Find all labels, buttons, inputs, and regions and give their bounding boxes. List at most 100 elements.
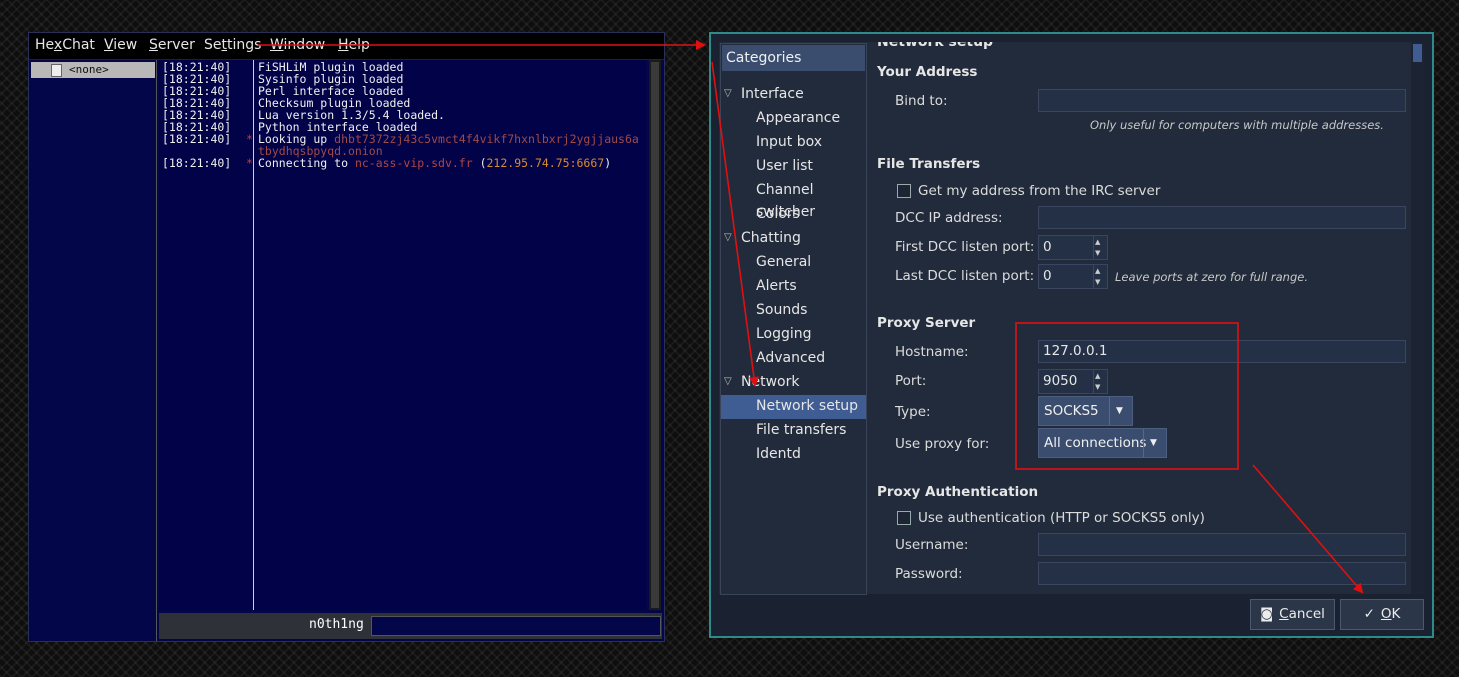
use-proxy-label: Use proxy for:	[895, 436, 990, 452]
category-item[interactable]: ▽ Interface	[721, 83, 866, 107]
category-item[interactable]: Advanced	[721, 347, 866, 371]
scrollbar-thumb[interactable]	[651, 62, 659, 608]
use-proxy-select[interactable]: All connections ▼	[1038, 428, 1167, 458]
chevron-down-icon: ▼	[1150, 438, 1157, 448]
category-label: Interface	[741, 86, 804, 102]
category-label: Network setup	[756, 398, 859, 414]
dcc-ip-label: DCC IP address:	[895, 210, 1003, 226]
category-item[interactable]: Colors	[721, 203, 866, 227]
bind-to-input[interactable]	[1038, 89, 1406, 112]
settings-panel: Network setup Your Address Bind to: Only…	[871, 42, 1419, 594]
password-input[interactable]	[1038, 562, 1406, 585]
username-input[interactable]	[1038, 533, 1406, 556]
category-item[interactable]: ▽ Chatting	[721, 227, 866, 251]
proxy-port-spinner[interactable]: 9050 ▲ ▼	[1038, 369, 1108, 394]
channel-list: <none>	[29, 60, 157, 641]
category-item[interactable]: Alerts	[721, 275, 866, 299]
category-item[interactable]: Channel switcher	[721, 179, 866, 220]
menu-hexchat[interactable]: HexChat	[35, 37, 95, 53]
category-item[interactable]: Sounds	[721, 299, 866, 323]
category-item[interactable]: Appearance	[721, 107, 866, 131]
category-label: Colors	[756, 206, 800, 222]
expander-icon[interactable]: ▽	[724, 371, 732, 393]
category-label: General	[756, 254, 812, 270]
section-proxy-server: Proxy Server	[877, 315, 976, 331]
spinner-arrows[interactable]: ▲ ▼	[1093, 236, 1107, 259]
chat-input[interactable]	[371, 616, 661, 636]
chat-text-area[interactable]: [18:21:40] FiSHLiM plugin loaded [18:21:4…	[159, 60, 646, 610]
category-item[interactable]: Network setup	[721, 395, 866, 419]
checkmark-icon: ✓	[1363, 606, 1375, 622]
proxy-port-value: 9050	[1043, 373, 1078, 389]
first-port-spinner[interactable]: 0 ▲ ▼	[1038, 235, 1108, 260]
category-item[interactable]: Logging	[721, 323, 866, 347]
cancel-icon: ◙	[1260, 606, 1274, 622]
menu-window[interactable]: Window	[270, 37, 325, 53]
category-label: Identd	[756, 446, 801, 462]
ok-button[interactable]: ✓ OK	[1340, 599, 1424, 630]
bind-to-label: Bind to:	[895, 93, 948, 109]
menu-help[interactable]: Help	[338, 37, 370, 53]
first-port-label: First DCC listen port:	[895, 239, 1035, 255]
settings-scrollbar[interactable]	[1411, 42, 1424, 594]
last-port-spinner[interactable]: 0 ▲ ▼	[1038, 264, 1108, 289]
last-port-value: 0	[1043, 268, 1052, 284]
category-label: Appearance	[756, 110, 841, 126]
port-label: Port:	[895, 373, 927, 389]
get-address-checkbox[interactable]	[897, 184, 911, 198]
dropdown-button[interactable]: ▼	[1109, 397, 1132, 425]
category-item[interactable]: User list	[721, 155, 866, 179]
dcc-ip-input[interactable]	[1038, 206, 1406, 229]
menu-view[interactable]: View	[104, 37, 137, 53]
username-label: Username:	[895, 537, 969, 553]
category-label: User list	[756, 158, 813, 174]
cancel-button[interactable]: ◙ Cancel	[1250, 599, 1335, 630]
scrollbar-thumb[interactable]	[1413, 44, 1422, 62]
server-icon	[51, 64, 62, 77]
type-label: Type:	[895, 404, 931, 420]
use-auth-label: Use authentication (HTTP or SOCKS5 only)	[918, 510, 1205, 526]
section-file-transfers: File Transfers	[877, 156, 981, 172]
categories-header[interactable]: Categories	[722, 45, 865, 71]
arrow-up-icon[interactable]: ▲	[1095, 372, 1100, 380]
category-label: Advanced	[756, 350, 826, 366]
category-item[interactable]: General	[721, 251, 866, 275]
categories-tree[interactable]: Categories ▽ Interface Appearance Input box…	[720, 43, 867, 595]
ports-hint: Leave ports at zero for full range.	[1115, 270, 1308, 284]
chat-scrollbar[interactable]	[649, 60, 661, 610]
dropdown-button[interactable]: ▼	[1143, 429, 1166, 457]
category-label: Sounds	[756, 302, 808, 318]
use-auth-checkbox[interactable]	[897, 511, 911, 525]
category-label: File transfers	[756, 422, 847, 438]
spinner-arrows[interactable]: ▲ ▼	[1093, 370, 1107, 393]
timestamp-separator	[253, 60, 254, 610]
arrow-down-icon[interactable]: ▼	[1095, 278, 1100, 286]
category-item[interactable]: File transfers	[721, 419, 866, 443]
channel-item-none[interactable]: <none>	[31, 62, 155, 78]
menu-settings[interactable]: Settings	[204, 37, 261, 53]
section-your-address: Your Address	[877, 64, 978, 80]
category-label: Input box	[756, 134, 823, 150]
arrow-up-icon[interactable]: ▲	[1095, 267, 1100, 275]
nickname-button[interactable]: n0th1ng	[309, 617, 364, 632]
arrow-down-icon[interactable]: ▼	[1095, 383, 1100, 391]
cancel-label: ancel	[1288, 606, 1325, 622]
category-item[interactable]: Identd	[721, 443, 866, 467]
expander-icon[interactable]: ▽	[724, 227, 732, 249]
category-label: Chatting	[741, 230, 801, 246]
category-label: Logging	[756, 326, 812, 342]
get-address-label: Get my address from the IRC server	[918, 183, 1161, 199]
hostname-input[interactable]: 127.0.0.1	[1038, 340, 1406, 363]
arrow-up-icon[interactable]: ▲	[1095, 238, 1100, 246]
category-item[interactable]: Input box	[721, 131, 866, 155]
hostname-label: Hostname:	[895, 344, 969, 360]
password-label: Password:	[895, 566, 963, 582]
category-item[interactable]: ▽ Network	[721, 371, 866, 395]
preferences-body: Categories ▽ Interface Appearance Input box…	[719, 42, 1424, 595]
arrow-down-icon[interactable]: ▼	[1095, 249, 1100, 257]
spinner-arrows[interactable]: ▲ ▼	[1093, 265, 1107, 288]
ok-label: K	[1391, 606, 1401, 622]
expander-icon[interactable]: ▽	[724, 83, 732, 105]
menu-server[interactable]: Server	[149, 37, 195, 53]
proxy-type-select[interactable]: SOCKS5 ▼	[1038, 396, 1133, 426]
